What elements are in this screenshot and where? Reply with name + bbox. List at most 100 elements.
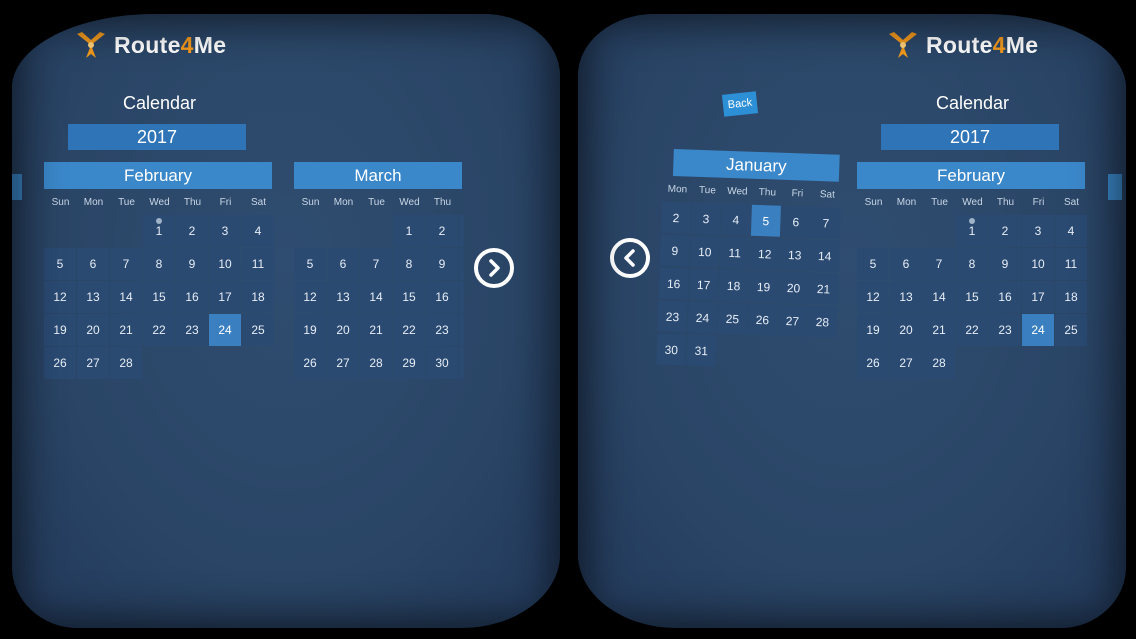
day-cell[interactable]: 13 xyxy=(779,238,810,271)
day-cell[interactable]: 5 xyxy=(44,248,76,280)
day-cell[interactable]: 10 xyxy=(1022,248,1054,280)
day-cell[interactable]: 9 xyxy=(176,248,208,280)
day-cell[interactable]: 11 xyxy=(719,236,750,269)
day-cell[interactable]: 14 xyxy=(809,239,840,272)
day-cell[interactable]: 14 xyxy=(110,281,142,313)
day-cell[interactable]: 20 xyxy=(327,314,359,346)
day-cell[interactable]: 9 xyxy=(989,248,1021,280)
day-cell[interactable]: 2 xyxy=(426,215,458,247)
day-cell[interactable]: 8 xyxy=(143,248,175,280)
day-cell[interactable]: 22 xyxy=(956,314,988,346)
day-cell[interactable]: 17 xyxy=(1022,281,1054,313)
day-cell[interactable]: 3 xyxy=(209,215,241,247)
day-cell[interactable]: 19 xyxy=(857,314,889,346)
day-cell[interactable]: 16 xyxy=(176,281,208,313)
day-cell[interactable]: 2 xyxy=(176,215,208,247)
day-cell[interactable]: 20 xyxy=(778,271,809,304)
day-cell[interactable]: 1 xyxy=(143,215,175,247)
day-cell[interactable]: 17 xyxy=(688,268,719,301)
year-selector[interactable]: 2017 xyxy=(68,124,246,150)
day-cell[interactable]: 28 xyxy=(923,347,955,379)
day-cell[interactable]: 28 xyxy=(807,305,838,338)
day-cell[interactable]: 12 xyxy=(294,281,326,313)
day-cell[interactable]: 10 xyxy=(459,248,464,280)
day-cell[interactable]: 16 xyxy=(426,281,458,313)
day-cell[interactable]: 26 xyxy=(857,347,889,379)
day-cell[interactable]: 8 xyxy=(393,248,425,280)
day-cell[interactable]: 21 xyxy=(360,314,392,346)
day-cell[interactable]: 23 xyxy=(657,300,688,333)
day-cell[interactable]: 22 xyxy=(143,314,175,346)
day-cell[interactable]: 26 xyxy=(747,303,778,336)
day-cell[interactable]: 16 xyxy=(658,267,689,300)
day-cell[interactable]: 14 xyxy=(360,281,392,313)
day-cell[interactable]: 4 xyxy=(720,203,751,236)
day-cell[interactable]: 1 xyxy=(393,215,425,247)
day-cell[interactable]: 20 xyxy=(77,314,109,346)
day-cell[interactable]: 23 xyxy=(989,314,1021,346)
day-cell[interactable]: 23 xyxy=(176,314,208,346)
day-cell[interactable]: 19 xyxy=(748,270,779,303)
day-cell[interactable]: 25 xyxy=(717,302,748,335)
day-cell[interactable]: 30 xyxy=(426,347,458,379)
day-cell[interactable]: 21 xyxy=(808,272,839,305)
day-cell[interactable]: 8 xyxy=(956,248,988,280)
next-month-button[interactable] xyxy=(474,248,514,288)
day-cell[interactable]: 5 xyxy=(857,248,889,280)
day-cell[interactable]: 3 xyxy=(459,215,464,247)
day-cell-selected[interactable]: 24 xyxy=(1022,314,1054,346)
day-cell[interactable]: 22 xyxy=(393,314,425,346)
day-cell[interactable]: 14 xyxy=(923,281,955,313)
day-cell[interactable]: 26 xyxy=(44,347,76,379)
day-cell[interactable]: 31 xyxy=(686,334,717,367)
day-cell[interactable]: 17 xyxy=(209,281,241,313)
day-cell[interactable]: 7 xyxy=(360,248,392,280)
day-cell[interactable]: 28 xyxy=(360,347,392,379)
day-cell[interactable]: 11 xyxy=(242,248,274,280)
day-cell-selected[interactable]: 24 xyxy=(209,314,241,346)
day-cell[interactable]: 7 xyxy=(110,248,142,280)
day-cell[interactable]: 26 xyxy=(294,347,326,379)
day-cell[interactable]: 23 xyxy=(426,314,458,346)
day-cell[interactable]: 13 xyxy=(327,281,359,313)
day-cell[interactable]: 15 xyxy=(143,281,175,313)
year-selector[interactable]: 2017 xyxy=(881,124,1059,150)
back-button[interactable]: Back xyxy=(721,91,759,117)
day-cell[interactable]: 31 xyxy=(459,347,464,379)
day-cell[interactable]: 27 xyxy=(890,347,922,379)
day-cell[interactable]: 16 xyxy=(989,281,1021,313)
day-cell[interactable]: 7 xyxy=(923,248,955,280)
day-cell[interactable]: 18 xyxy=(1055,281,1087,313)
day-cell[interactable]: 30 xyxy=(656,333,687,366)
day-cell[interactable]: 25 xyxy=(1055,314,1087,346)
day-cell[interactable]: 6 xyxy=(780,205,811,238)
day-cell-selected[interactable]: 5 xyxy=(750,204,781,237)
day-cell[interactable]: 7 xyxy=(810,206,841,239)
day-cell[interactable]: 28 xyxy=(110,347,142,379)
day-cell[interactable]: 27 xyxy=(327,347,359,379)
day-cell[interactable]: 10 xyxy=(209,248,241,280)
day-cell[interactable]: 10 xyxy=(689,235,720,268)
day-cell[interactable]: 21 xyxy=(110,314,142,346)
day-cell[interactable]: 2 xyxy=(660,201,691,234)
day-cell[interactable]: 11 xyxy=(1055,248,1087,280)
day-cell[interactable]: 13 xyxy=(890,281,922,313)
day-cell[interactable]: 3 xyxy=(1022,215,1054,247)
day-cell[interactable]: 29 xyxy=(393,347,425,379)
day-cell[interactable]: 9 xyxy=(426,248,458,280)
day-cell[interactable]: 18 xyxy=(242,281,274,313)
day-cell[interactable]: 5 xyxy=(294,248,326,280)
day-cell[interactable]: 1 xyxy=(956,215,988,247)
day-cell[interactable]: 6 xyxy=(327,248,359,280)
day-cell[interactable]: 27 xyxy=(777,304,808,337)
day-cell[interactable]: 4 xyxy=(1055,215,1087,247)
day-cell[interactable]: 15 xyxy=(393,281,425,313)
day-cell[interactable]: 6 xyxy=(890,248,922,280)
day-cell[interactable]: 12 xyxy=(749,237,780,270)
day-cell[interactable]: 25 xyxy=(242,314,274,346)
day-cell[interactable]: 12 xyxy=(857,281,889,313)
day-cell[interactable]: 2 xyxy=(989,215,1021,247)
day-cell[interactable]: 24 xyxy=(687,301,718,334)
day-cell[interactable]: 19 xyxy=(44,314,76,346)
day-cell[interactable]: 17 xyxy=(459,281,464,313)
